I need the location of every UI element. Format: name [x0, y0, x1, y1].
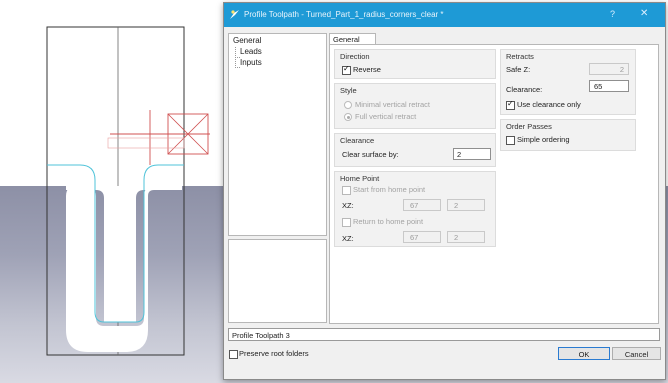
style-title: Style [340, 86, 357, 95]
safe-z-label: Safe Z: [506, 65, 531, 74]
minimal-retract-radio[interactable] [344, 101, 352, 109]
xz2-label: XZ: [342, 234, 354, 243]
start-home-checkbox[interactable] [342, 186, 351, 195]
app-icon [230, 10, 239, 19]
dialog-titlebar[interactable]: Profile Toolpath - Turned_Part_1_radius_… [224, 3, 665, 27]
tree-item-general[interactable]: General [233, 36, 261, 45]
reverse-label: Reverse [353, 65, 381, 74]
direction-title: Direction [340, 52, 370, 61]
help-button[interactable]: ? [610, 9, 615, 19]
full-retract-label: Full vertical retract [355, 112, 417, 121]
ok-button[interactable]: OK [558, 347, 610, 360]
xz1-x-input[interactable]: 67 [403, 199, 441, 211]
use-clearance-checkbox[interactable]: ✓ [506, 99, 515, 110]
preview-panel [228, 239, 327, 323]
clear-surface-label: Clear surface by: [342, 150, 399, 159]
simple-ordering-checkbox[interactable] [506, 136, 515, 145]
home-point-group: Home Point Start from home point XZ: 67 … [334, 171, 496, 247]
close-button[interactable]: ✕ [640, 8, 648, 19]
minimal-retract-label: Minimal vertical retract [355, 100, 431, 109]
direction-group: Direction ✓ Reverse [334, 49, 496, 79]
dialog-title: Profile Toolpath - Turned_Part_1_radius_… [244, 10, 444, 19]
tree-item-inputs[interactable]: Inputs [240, 58, 262, 67]
start-home-label: Start from home point [353, 185, 426, 194]
full-retract-radio[interactable] [344, 113, 352, 121]
xz2-x-input[interactable]: 67 [403, 231, 441, 243]
clearance-retract-input[interactable]: 65 [589, 80, 629, 92]
toolpath-name-input[interactable]: Profile Toolpath 3 [228, 328, 660, 341]
return-home-checkbox[interactable] [342, 218, 351, 227]
reverse-checkbox[interactable]: ✓ [342, 64, 351, 75]
retracts-group: Retracts Safe Z: 2 Clearance: 65 ✓ Use c… [500, 49, 636, 115]
xz1-label: XZ: [342, 201, 354, 210]
preserve-root-label: Preserve root folders [239, 349, 309, 358]
home-point-title: Home Point [340, 174, 380, 183]
use-clearance-label: Use clearance only [517, 100, 581, 109]
safe-z-input[interactable]: 2 [589, 63, 629, 75]
preserve-root-checkbox[interactable] [229, 350, 238, 359]
settings-tree: General Leads Inputs [228, 33, 327, 236]
clearance-retract-label: Clearance: [506, 85, 543, 94]
clearance-title: Clearance [340, 136, 375, 145]
cancel-button[interactable]: Cancel [612, 347, 661, 360]
simple-ordering-label: Simple ordering [517, 135, 570, 144]
tree-item-leads[interactable]: Leads [240, 47, 262, 56]
xz2-z-input[interactable]: 2 [447, 231, 485, 243]
order-passes-group: Order Passes Simple ordering [500, 119, 636, 151]
retracts-title: Retracts [506, 52, 534, 61]
profile-toolpath-dialog: Profile Toolpath - Turned_Part_1_radius_… [223, 2, 666, 380]
xz1-z-input[interactable]: 2 [447, 199, 485, 211]
clear-surface-input[interactable]: 2 [453, 148, 491, 160]
order-passes-title: Order Passes [506, 122, 552, 131]
return-home-label: Return to home point [353, 217, 424, 226]
general-tab-panel: Direction ✓ Reverse Style Minimal vertic… [329, 44, 659, 324]
clearance-group: Clearance Clear surface by: 2 [334, 133, 496, 167]
style-group: Style Minimal vertical retract Full vert… [334, 83, 496, 129]
